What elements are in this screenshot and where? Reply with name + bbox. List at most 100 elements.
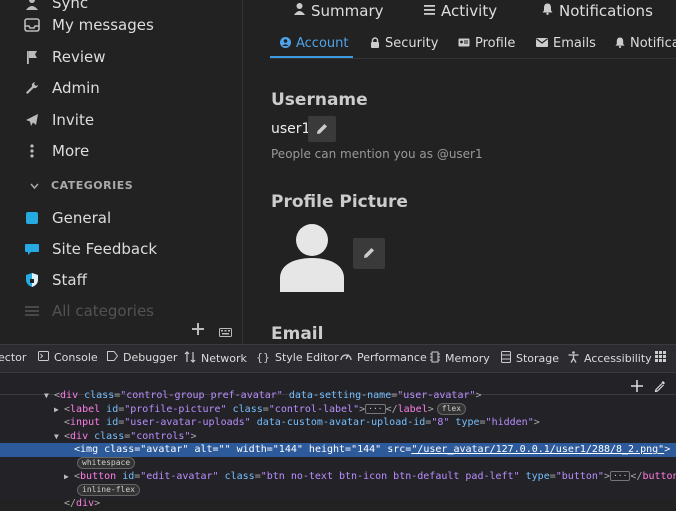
pencil-icon [316,120,328,139]
tab-label: Account [296,36,349,51]
storage-icon [501,351,511,366]
display-badge[interactable]: flex [436,402,467,415]
profile-picture-heading: Profile Picture [271,192,408,212]
tab-label: Emails [553,36,596,51]
tab-performance[interactable]: Performance [340,351,427,364]
lock-icon [370,36,380,51]
tab-style-editor[interactable]: {} Style Editor [256,351,339,364]
sidebar-item-label: My messages [52,16,154,34]
markup-line[interactable]: ▶ <button id="edit-avatar" class="btn no-… [0,470,676,484]
pencil-icon [363,244,375,263]
sidebar-item-label: Site Feedback [52,240,157,258]
tab-label: Console [54,351,98,364]
discourse-app: Sync My messages Review Admin Invite Mor… [0,0,676,344]
sidebar-item-label: Review [52,48,106,66]
user-icon [294,3,305,19]
sidebar: Sync My messages Review Admin Invite Mor… [0,0,243,344]
markup-view[interactable]: ▼ <div class="control-group pref-avatar" … [0,390,676,511]
tab-accessibility[interactable]: Accessibility [568,351,652,366]
email-heading: Email [271,324,324,344]
grid-icon [655,351,666,365]
keyboard-icon[interactable] [219,322,232,341]
tab-label: Accessibility [584,352,652,365]
devtools-panel: ector Console Debugger Network {} Style … [0,344,676,509]
username-mention-hint: People can mention you as @user1 [271,147,483,161]
tab-label: Summary [311,2,384,20]
sidebar-item-label: General [52,209,112,227]
sidebar-item-label: Sync [52,0,89,12]
markup-line[interactable]: ▼ <div class="controls"> [0,430,676,444]
chevron-down-icon [30,179,39,192]
sidebar-item-more[interactable]: More [24,138,89,164]
plus-icon[interactable] [192,320,204,339]
accessibility-icon [568,351,579,366]
tab-activity[interactable]: Activity [424,2,497,20]
tab-memory[interactable]: Memory [430,351,490,366]
edit-avatar-button[interactable] [353,238,385,269]
categories-header-label: CATEGORIES [51,179,134,192]
id-card-icon [458,37,470,50]
user-circle-icon [280,36,291,51]
devtools-toolbar: ector Console Debugger Network {} Style … [0,345,676,373]
tab-notifications[interactable]: Notifications [542,2,653,20]
markup-line[interactable]: ▼ <div class="control-group pref-avatar" … [0,389,676,403]
sidebar-category-staff[interactable]: Staff [24,267,87,293]
tab-label: Profile [475,36,516,51]
tab-emails[interactable]: Emails [536,36,596,51]
sidebar-item-label: Staff [52,271,87,289]
tab-overflow[interactable] [655,351,671,365]
inbox-icon [24,18,40,32]
sidebar-category-general[interactable]: General [24,205,111,231]
tab-inspector[interactable]: ector [0,351,26,364]
category-badge-icon [24,212,40,224]
tab-label: Style Editor [275,351,339,364]
categories-section-header[interactable]: CATEGORIES [30,179,133,192]
tab-debugger[interactable]: Debugger [107,351,177,364]
tab-account[interactable]: Account [280,36,349,51]
username-heading: Username [271,90,368,110]
sidebar-item-review[interactable]: Review [24,44,106,70]
tab-label: Storage [516,352,560,365]
wrench-icon [24,81,40,95]
sidebar-item-label: Admin [52,79,100,97]
envelope-icon [536,37,548,50]
tab-summary[interactable]: Summary [294,2,384,20]
tab-label: Memory [445,352,490,365]
tab-label: Network [201,352,247,365]
markup-line: inline-flex [0,483,676,498]
tab-profile[interactable]: Profile [458,36,515,51]
speech-bubble-icon [24,242,40,256]
display-badge[interactable]: inline-flex [77,483,140,496]
tab-console[interactable]: Console [38,351,98,364]
markup-line[interactable]: </div> [0,497,676,511]
bell-icon [615,37,625,51]
ellipsis-vertical-icon [24,144,40,158]
edit-username-button[interactable] [308,116,336,142]
markup-line[interactable]: <input id="user-avatar-uploads" data-cus… [0,416,676,430]
tab-network[interactable]: Network [184,351,247,366]
memory-icon [430,351,440,366]
preferences-nav: Account Security Profile Emails Notifica [270,30,676,59]
network-icon [184,351,196,366]
sidebar-item-admin[interactable]: Admin [24,75,100,101]
tab-storage[interactable]: Storage [501,351,559,366]
active-tab-underline [270,56,353,58]
flag-icon [24,50,40,64]
user-icon [24,0,40,10]
user-preferences-main: Summary Activity Notifications Account S… [244,0,676,344]
sidebar-category-site-feedback[interactable]: Site Feedback [24,236,157,262]
tab-notifications-prefs[interactable]: Notificat [615,36,676,51]
markup-line-selected[interactable]: <img class="avatar" alt="" width="144" h… [0,443,676,457]
tab-label: Notificat [630,36,676,51]
sidebar-item-my-messages[interactable]: My messages [24,12,154,38]
sidebar-item-label: Invite [52,111,95,129]
list-icon [424,4,435,19]
markup-line: whitespace [0,456,676,471]
tab-security[interactable]: Security [370,36,438,51]
sidebar-item-label: More [52,142,90,160]
sidebar-item-invite[interactable]: Invite [24,107,94,133]
debugger-icon [107,351,119,364]
markup-line[interactable]: ▶ <label id="profile-picture" class="cont… [0,402,676,417]
tab-label: Debugger [123,351,178,364]
tab-label: ector [0,351,27,364]
